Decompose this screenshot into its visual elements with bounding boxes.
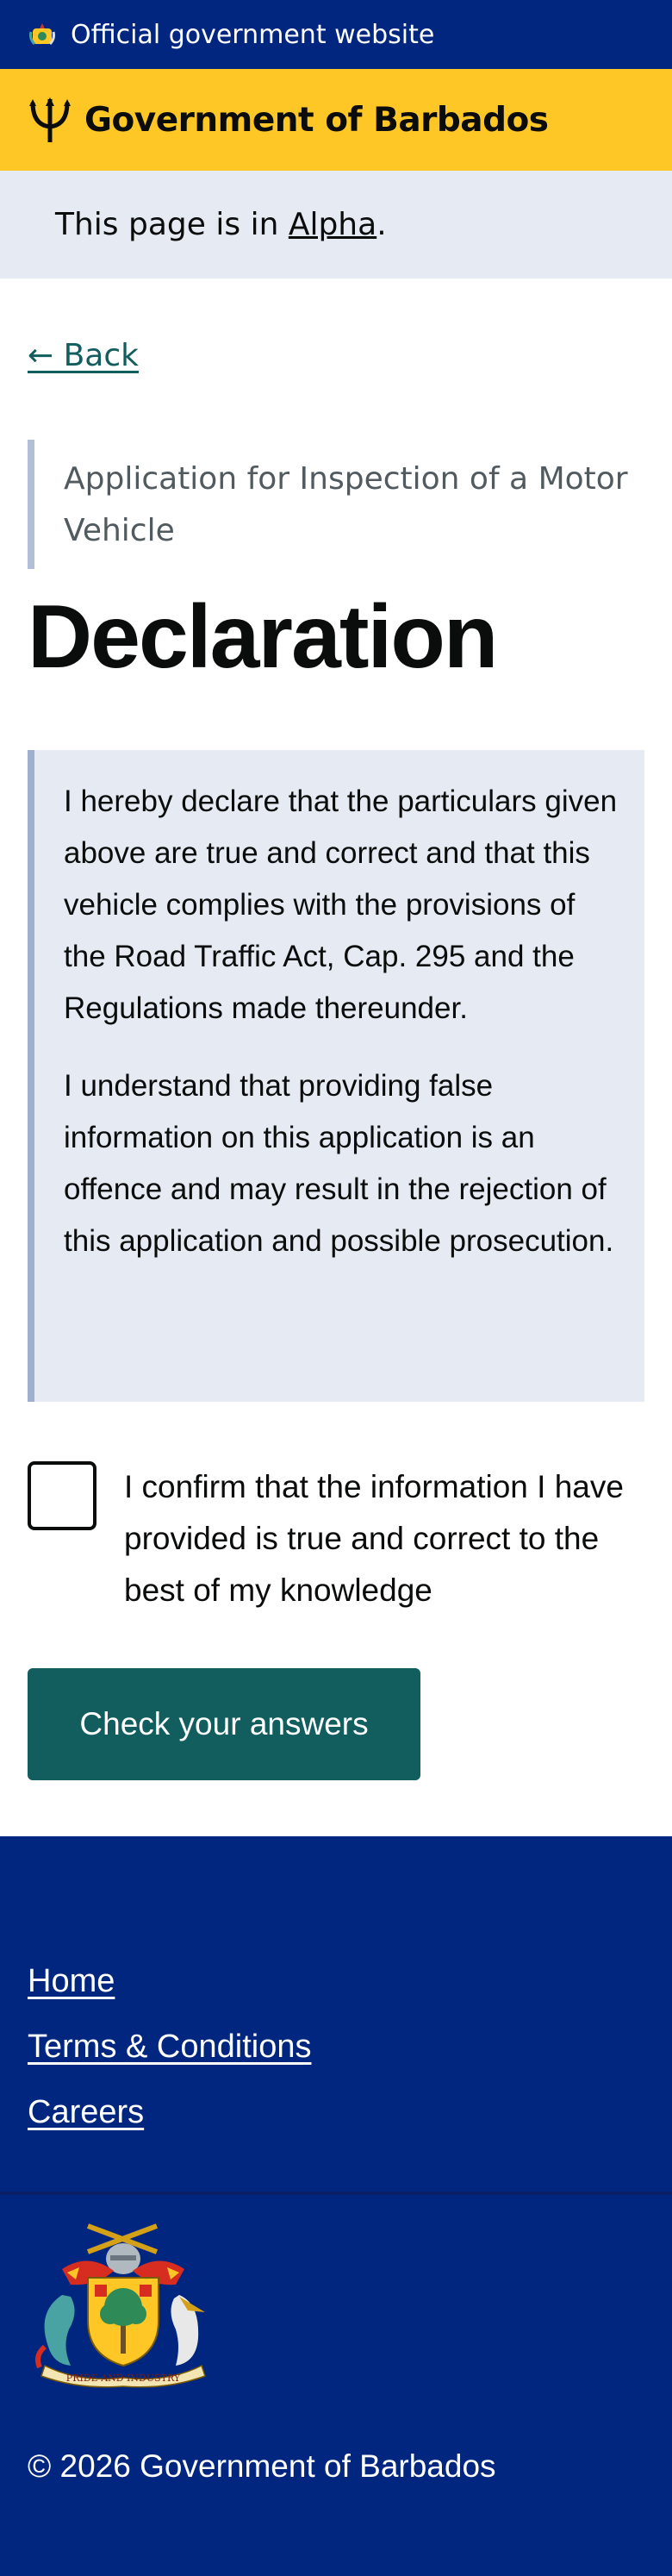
phase-banner-prefix: This page is in [55, 207, 289, 242]
check-answers-button[interactable]: Check your answers [28, 1668, 420, 1780]
barbados-crest-icon [29, 23, 55, 46]
declaration-paragraph: I understand that providing false inform… [64, 1069, 614, 1258]
copyright-text: © 2026 Government of Barbados [28, 2448, 496, 2484]
form-caption: Application for Inspection of a Motor Ve… [28, 440, 644, 569]
footer-divider [0, 2191, 672, 2195]
phase-banner: This page is in Alpha. [0, 171, 672, 278]
site-footer: Home Terms & Conditions Careers PRIDE AN… [0, 1836, 672, 2576]
phase-link[interactable]: Alpha [289, 207, 376, 242]
confirm-checkbox-label[interactable]: I confirm that the information I have pr… [124, 1461, 644, 1616]
confirm-checkbox-row[interactable]: I confirm that the information I have pr… [28, 1461, 644, 1616]
confirm-checkbox[interactable] [28, 1461, 96, 1530]
declaration-paragraph: I hereby declare that the particulars gi… [64, 785, 618, 1025]
page-title: Declaration [28, 587, 498, 687]
declaration-inset: I hereby declare that the particulars gi… [28, 750, 644, 1402]
back-link[interactable]: ← Back [28, 338, 139, 373]
site-title[interactable]: Government of Barbados [84, 101, 549, 140]
trident-icon[interactable] [28, 96, 72, 144]
site-header: Government of Barbados [0, 69, 672, 171]
footer-nav: Home Terms & Conditions Careers [28, 1948, 311, 2145]
footer-link-terms[interactable]: Terms & Conditions [28, 2014, 311, 2079]
phase-banner-suffix: . [376, 207, 387, 242]
coat-of-arms-icon: PRIDE AND INDUSTRY [35, 2223, 206, 2388]
footer-link-home[interactable]: Home [28, 1948, 311, 2014]
official-website-text: Official government website [71, 19, 435, 50]
motto-text: PRIDE AND INDUSTRY [66, 2373, 181, 2384]
footer-link-careers[interactable]: Careers [28, 2079, 311, 2145]
official-banner: Official government website [0, 0, 672, 69]
